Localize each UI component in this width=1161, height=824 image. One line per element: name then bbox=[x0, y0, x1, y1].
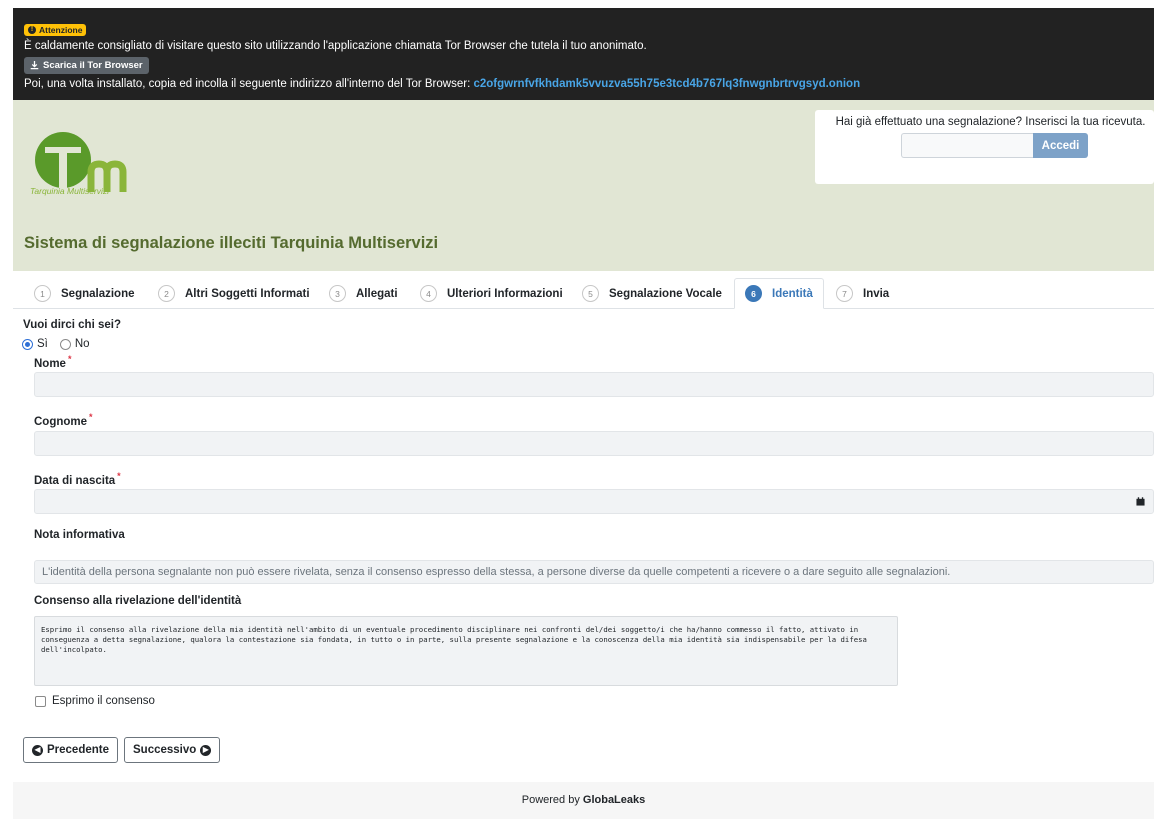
logo-caption: Tarquinia Multiservizi bbox=[30, 186, 110, 196]
note-text: L'identità della persona segnalante non … bbox=[34, 560, 1154, 584]
surname-label: Cognome * bbox=[34, 412, 93, 428]
birthdate-label-text: Data di nascita bbox=[34, 474, 116, 487]
tab-label: Identità bbox=[772, 287, 813, 300]
consent-checkbox-label: Esprimo il consenso bbox=[52, 695, 155, 707]
tor-warning-banner: ! Attenzione È caldamente consigliato di… bbox=[13, 8, 1154, 100]
step-number: 3 bbox=[329, 285, 346, 302]
birthdate-label: Data di nascita * bbox=[34, 471, 121, 487]
tab-label: Altri Soggetti Informati bbox=[185, 287, 310, 300]
tab-ulteriori-informazioni[interactable]: 4 Ulteriori Informazioni bbox=[410, 278, 573, 309]
birthdate-input[interactable] bbox=[34, 489, 1154, 514]
banner-instructions: Poi, una volta installato, copia ed inco… bbox=[24, 77, 1143, 91]
receipt-form: Accedi bbox=[835, 133, 1154, 158]
tab-identita[interactable]: 6 Identità bbox=[734, 278, 824, 309]
download-tor-button[interactable]: Scarica il Tor Browser bbox=[24, 57, 149, 74]
tab-altri-soggetti[interactable]: 2 Altri Soggetti Informati bbox=[148, 278, 320, 309]
consent-text: Esprimo il consenso alla rivelazione del… bbox=[34, 616, 898, 686]
calendar-button[interactable] bbox=[1127, 490, 1153, 513]
page-wrapper: ! Attenzione È caldamente consigliato di… bbox=[13, 8, 1154, 749]
name-input[interactable] bbox=[34, 372, 1154, 397]
page-title: Sistema di segnalazione illeciti Tarquin… bbox=[24, 234, 439, 252]
surname-label-text: Cognome bbox=[34, 415, 88, 428]
site-header: Tarquinia Multiservizi Sistema di segnal… bbox=[13, 100, 1154, 271]
identity-radio-group: Sì No bbox=[22, 338, 90, 350]
step-number: 4 bbox=[420, 285, 437, 302]
radio-no-label: No bbox=[74, 338, 90, 350]
next-label: Successivo bbox=[133, 744, 197, 756]
receipt-input[interactable] bbox=[901, 133, 1033, 158]
steps-tabs: 1 Segnalazione 2 Altri Soggetti Informat… bbox=[13, 273, 1154, 309]
download-tor-label: Scarica il Tor Browser bbox=[43, 60, 143, 71]
required-mark: * bbox=[117, 471, 121, 481]
step-number: 1 bbox=[34, 285, 51, 302]
radio-yes-label: Sì bbox=[37, 338, 48, 350]
previous-button[interactable]: ◀ Precedente bbox=[23, 737, 119, 763]
login-button[interactable]: Accedi bbox=[1033, 133, 1088, 158]
attention-badge-label: Attenzione bbox=[39, 25, 83, 35]
surname-input[interactable] bbox=[34, 431, 1154, 456]
onion-address-link[interactable]: c2ofgwrnfvfkhdamk5vvuzva55h75e3tcd4b767l… bbox=[473, 78, 860, 90]
tab-label: Allegati bbox=[356, 287, 398, 300]
powered-by-text: Powered by bbox=[521, 794, 580, 806]
tab-segnalazione-vocale[interactable]: 5 Segnalazione Vocale bbox=[572, 278, 732, 309]
arrow-right-circle-icon: ▶ bbox=[200, 744, 212, 756]
banner-message: È caldamente consigliato di visitare que… bbox=[24, 40, 647, 52]
tab-segnalazione[interactable]: 1 Segnalazione bbox=[24, 278, 145, 309]
consent-checkbox-row: Esprimo il consenso bbox=[35, 695, 155, 707]
tab-invia[interactable]: 7 Invia bbox=[826, 278, 899, 309]
step-number: 2 bbox=[158, 285, 175, 302]
step-number: 6 bbox=[745, 285, 762, 302]
radio-yes[interactable] bbox=[22, 338, 33, 350]
instructions-text: Poi, una volta installato, copia ed inco… bbox=[24, 78, 471, 90]
identity-question: Vuoi dirci chi sei? bbox=[23, 319, 121, 331]
tab-label: Ulteriori Informazioni bbox=[447, 287, 563, 300]
note-label: Nota informativa bbox=[34, 529, 125, 541]
tab-label: Invia bbox=[863, 287, 890, 300]
receipt-login-box: Hai già effettuato una segnalazione? Ins… bbox=[815, 110, 1154, 184]
name-label-text: Nome bbox=[34, 357, 66, 370]
previous-label: Precedente bbox=[47, 744, 110, 756]
step-number: 5 bbox=[582, 285, 599, 302]
tab-allegati[interactable]: 3 Allegati bbox=[319, 278, 408, 309]
attention-badge: ! Attenzione bbox=[24, 24, 87, 36]
tab-label: Segnalazione bbox=[61, 287, 135, 300]
receipt-prompt: Hai già effettuato una segnalazione? Ins… bbox=[835, 116, 1146, 128]
arrow-left-circle-icon: ◀ bbox=[32, 744, 43, 756]
identity-form: Vuoi dirci chi sei? Sì No Nome * Cognome *… bbox=[13, 309, 1154, 749]
page-footer: Powered by GlobaLeaks bbox=[13, 782, 1154, 819]
calendar-icon bbox=[1135, 497, 1145, 506]
info-icon: ! bbox=[28, 26, 36, 34]
consent-checkbox[interactable] bbox=[35, 695, 46, 707]
download-icon bbox=[30, 61, 39, 70]
name-label: Nome * bbox=[34, 354, 71, 370]
required-mark: * bbox=[67, 354, 72, 364]
tab-label: Segnalazione Vocale bbox=[609, 287, 722, 300]
consent-label: Consenso alla rivelazione dell'identità bbox=[34, 595, 242, 607]
required-mark: * bbox=[89, 412, 93, 422]
step-number: 7 bbox=[836, 285, 853, 302]
radio-no[interactable] bbox=[59, 338, 71, 350]
globaleaks-brand: GlobaLeaks bbox=[582, 794, 646, 806]
next-button[interactable]: Successivo ▶ bbox=[124, 737, 221, 763]
